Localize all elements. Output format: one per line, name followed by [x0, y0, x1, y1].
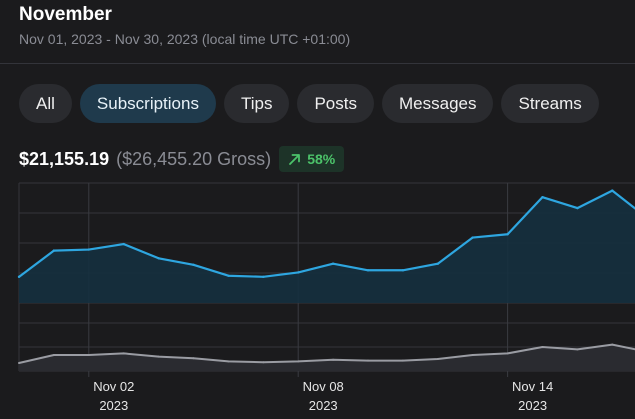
tab-posts[interactable]: Posts [297, 84, 374, 123]
series-secondary-point-13 [471, 354, 474, 356]
series-secondary-point-6 [227, 360, 230, 363]
series-main-point-1 [52, 249, 56, 252]
series-secondary-point-10 [367, 359, 369, 362]
series-main-point-10 [366, 269, 370, 272]
series-secondary-point-2 [87, 354, 90, 356]
series-main-point-9 [331, 262, 335, 265]
gross-amount: ($26,455.20 Gross) [116, 148, 272, 169]
earnings-summary: $21,155.19 ($26,455.20 Gross) 58% [19, 145, 345, 173]
x-tick-label-1: Nov 08 [303, 379, 344, 394]
series-secondary-point-9 [332, 358, 335, 361]
series-secondary-point-5 [192, 357, 195, 360]
net-amount: $21,155.19 [19, 148, 110, 169]
tab-all[interactable]: All [19, 84, 72, 123]
series-secondary-point-7 [262, 361, 265, 364]
series-secondary-point-17 [611, 343, 614, 346]
trend-up-arrow-icon [289, 153, 301, 165]
series-main-point-5 [192, 263, 195, 267]
series-secondary-area [19, 344, 635, 371]
tab-subscriptions[interactable]: Subscriptions [79, 84, 216, 123]
series-secondary-point-14 [506, 352, 509, 355]
change-badge: 58% [279, 146, 345, 172]
series-main-point-3 [122, 242, 125, 246]
series-main-point-17 [611, 189, 614, 192]
earnings-page: November Nov 01, 2023 - Nov 30, 2023 (lo… [0, 0, 635, 419]
series-secondary-point-1 [52, 354, 55, 356]
series-main-point-2 [87, 248, 91, 251]
series-main-point-13 [471, 236, 474, 239]
series-secondary-point-8 [297, 360, 300, 363]
tab-streams[interactable]: Streams [501, 84, 599, 123]
series-main-point-12 [436, 262, 439, 265]
series-main-point-4 [157, 257, 160, 260]
category-tabs: All Subscriptions Tips Posts Messages St… [19, 84, 599, 123]
series-secondary-point-15 [541, 346, 544, 348]
series-main-point-8 [297, 271, 300, 274]
series-main-point-6 [227, 274, 230, 277]
series-secondary-point-16 [576, 348, 579, 351]
series-secondary-point-12 [436, 358, 439, 360]
x-tick-year-2: 2023 [518, 398, 547, 413]
x-tick-label-0: Nov 02 [93, 379, 134, 394]
header-divider [0, 63, 635, 64]
series-main-point-16 [576, 206, 579, 210]
series-secondary-point-11 [401, 359, 404, 362]
x-tick-year-0: 2023 [99, 398, 128, 413]
tab-messages[interactable]: Messages [382, 84, 494, 123]
series-main-point-14 [506, 233, 509, 236]
series-secondary-point-0 [18, 362, 20, 364]
series-main-point-7 [262, 275, 265, 279]
series-secondary-point-3 [122, 352, 125, 355]
x-tick-label-2: Nov 14 [512, 379, 553, 394]
x-tick-year-1: 2023 [309, 398, 338, 413]
date-range: Nov 01, 2023 - Nov 30, 2023 (local time … [19, 31, 351, 47]
series-main-point-11 [401, 269, 405, 272]
earnings-chart: Nov 02 2023 Nov 08 2023 Nov 14 2023 [17, 182, 635, 413]
series-main-point-15 [541, 195, 544, 199]
series-main-point-0 [17, 275, 21, 279]
change-percent: 58% [307, 151, 336, 167]
page-title: November [19, 4, 112, 25]
tab-tips[interactable]: Tips [223, 84, 290, 123]
series-secondary-point-4 [157, 355, 160, 358]
